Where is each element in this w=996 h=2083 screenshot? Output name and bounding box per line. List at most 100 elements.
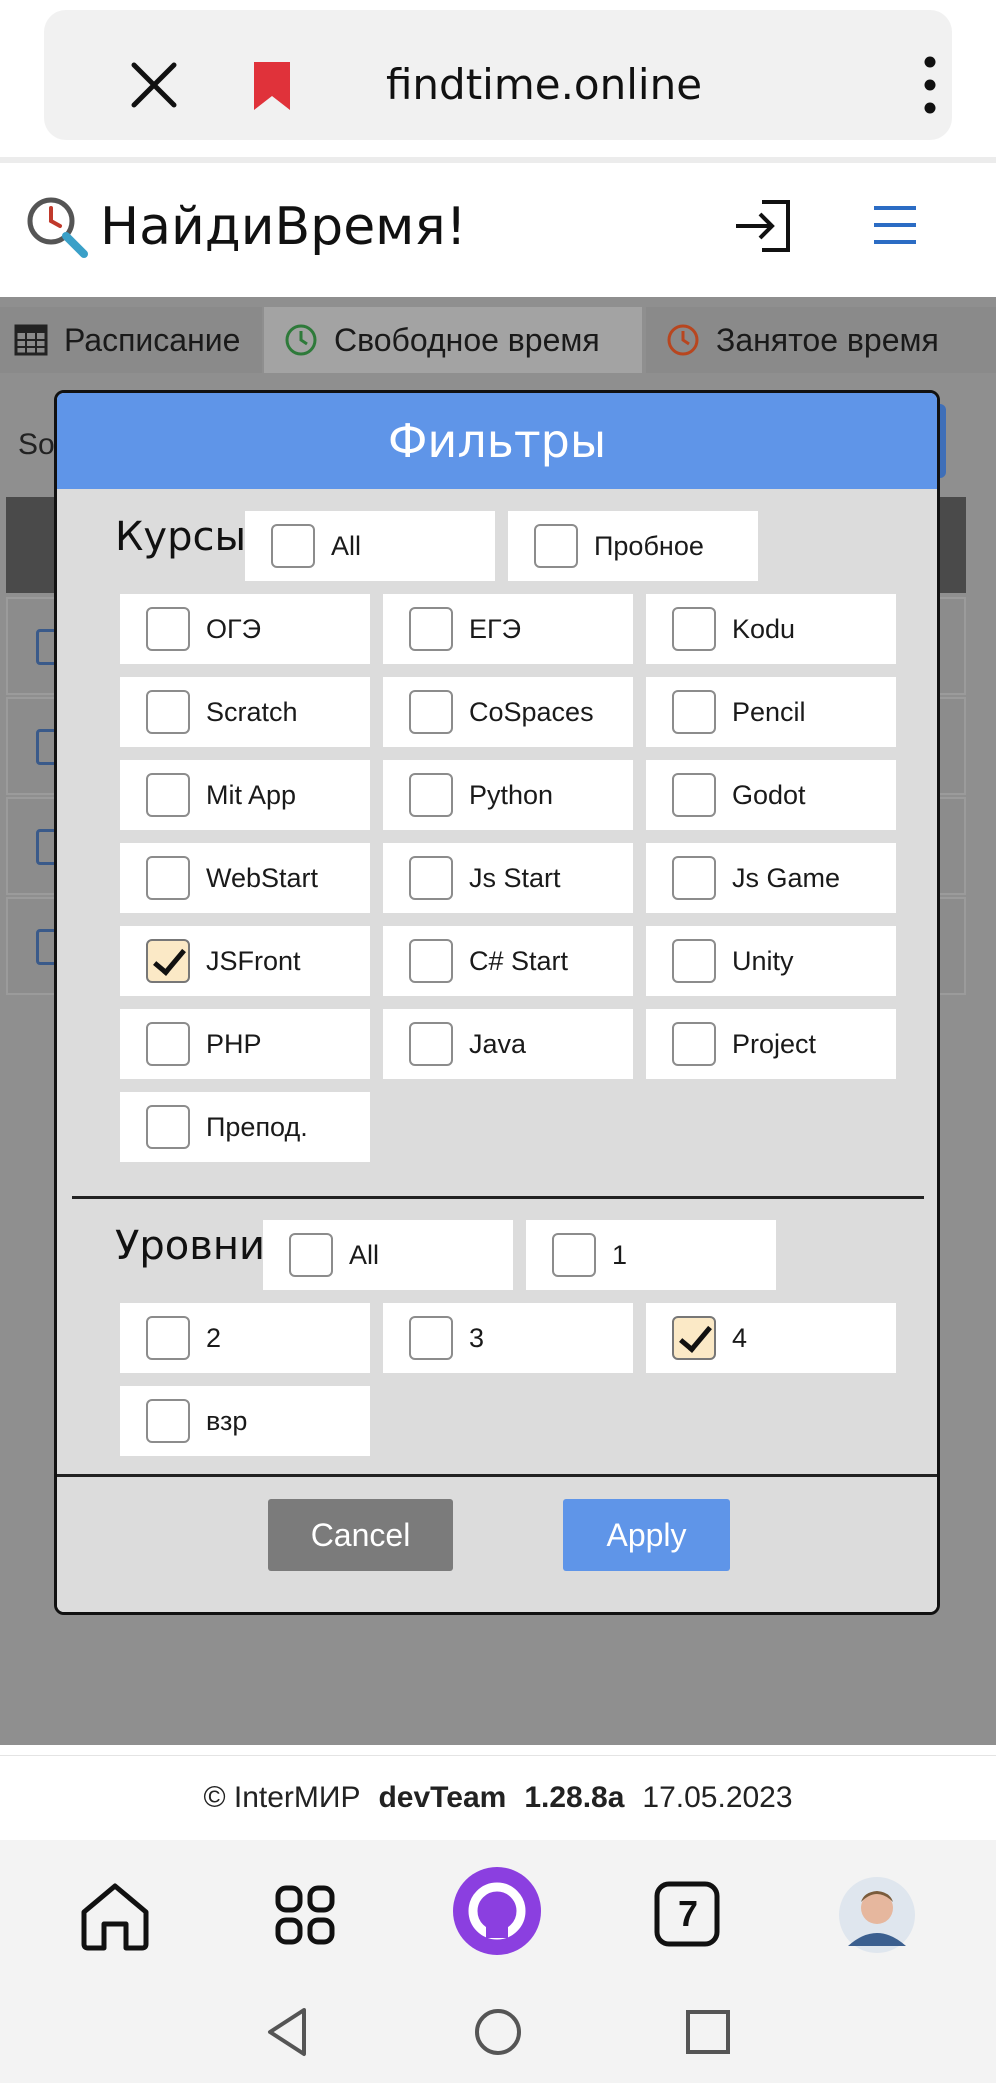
checkbox[interactable]	[409, 856, 453, 900]
checkbox[interactable]	[672, 939, 716, 983]
avatar[interactable]	[838, 1876, 916, 1954]
version-number: 1.28.8a	[524, 1781, 625, 1814]
filter-option-course-7[interactable]: Pencil	[646, 677, 896, 747]
tabs-icon[interactable]: 7	[643, 1870, 733, 1960]
filter-option-course-18[interactable]: Java	[383, 1009, 633, 1079]
filter-option-label: Pencil	[732, 696, 806, 727]
checkbox[interactable]	[672, 856, 716, 900]
sort-label: So	[18, 428, 55, 461]
checkbox[interactable]	[672, 607, 716, 651]
filter-option-label: Js Start	[469, 862, 561, 893]
filter-option-course-14[interactable]: JSFront	[120, 926, 370, 996]
recents-icon[interactable]	[678, 2002, 738, 2062]
apply-button[interactable]: Apply	[563, 1499, 730, 1571]
modal-title: Фильтры	[387, 414, 607, 468]
back-icon[interactable]	[258, 2002, 318, 2062]
checkbox[interactable]	[146, 1316, 190, 1360]
checkbox[interactable]	[409, 1022, 453, 1066]
filter-option-course-20[interactable]: Препод.	[120, 1092, 370, 1162]
home-circle-icon[interactable]	[468, 2002, 528, 2062]
checkbox[interactable]	[409, 690, 453, 734]
app-title[interactable]: НайдиВремя!	[100, 194, 467, 260]
filter-option-level-3[interactable]: 3	[383, 1303, 633, 1373]
filter-option-course-3[interactable]: ЕГЭ	[383, 594, 633, 664]
filter-option-label: Project	[732, 1028, 817, 1059]
filter-option-course-1[interactable]: Пробное	[508, 511, 758, 581]
checkbox[interactable]	[409, 1316, 453, 1360]
checkbox[interactable]	[552, 1233, 596, 1277]
close-icon[interactable]	[124, 55, 184, 115]
filter-option-label: C# Start	[469, 945, 569, 976]
filter-option-course-16[interactable]: Unity	[646, 926, 896, 996]
checkbox[interactable]	[672, 690, 716, 734]
filter-option-course-10[interactable]: Godot	[646, 760, 896, 830]
tab-schedule[interactable]: Расписание	[0, 307, 262, 373]
checkbox[interactable]	[146, 1105, 190, 1149]
filter-option-course-4[interactable]: Kodu	[646, 594, 896, 664]
filter-option-label: Kodu	[732, 613, 796, 644]
filter-option-label: PHP	[206, 1028, 262, 1059]
filter-option-course-8[interactable]: Mit App	[120, 760, 370, 830]
courses-title: Курсы	[115, 514, 247, 560]
filter-option-course-12[interactable]: Js Start	[383, 843, 633, 913]
team-name: devTeam	[378, 1781, 507, 1814]
filter-option-label: Mit App	[206, 779, 297, 810]
tab-free-time[interactable]: Свободное время	[264, 307, 642, 373]
page-footer: © InterМИР devTeam 1.28.8a 17.05.2023	[0, 1755, 996, 1840]
filter-option-label: 2	[206, 1322, 222, 1353]
checkbox[interactable]	[146, 856, 190, 900]
filter-option-level-5[interactable]: взр	[120, 1386, 370, 1456]
bookmark-icon[interactable]	[248, 60, 296, 112]
checkbox[interactable]	[146, 607, 190, 651]
checkbox[interactable]	[409, 773, 453, 817]
filter-option-level-2[interactable]: 2	[120, 1303, 370, 1373]
filter-option-level-1[interactable]: 1	[526, 1220, 776, 1290]
checkbox[interactable]	[146, 1022, 190, 1066]
more-vertical-icon[interactable]	[906, 52, 954, 118]
apps-icon[interactable]	[260, 1870, 350, 1960]
section-divider	[72, 1196, 924, 1199]
checkbox[interactable]	[146, 773, 190, 817]
filter-option-level-0[interactable]: All	[263, 1220, 513, 1290]
filter-option-label: ОГЭ	[206, 613, 262, 644]
checkbox[interactable]	[409, 939, 453, 983]
address-bar[interactable]: findtime.online	[44, 10, 952, 140]
checkbox[interactable]	[146, 690, 190, 734]
modal-header: Фильтры	[57, 393, 937, 489]
filter-option-label: 3	[469, 1322, 485, 1353]
filter-option-course-0[interactable]: All	[245, 511, 495, 581]
url-text[interactable]: findtime.online	[324, 55, 764, 115]
filter-option-course-5[interactable]: Scratch	[120, 677, 370, 747]
checkbox[interactable]	[146, 1399, 190, 1443]
filter-option-course-19[interactable]: Project	[646, 1009, 896, 1079]
filter-option-course-11[interactable]: WebStart	[120, 843, 370, 913]
filter-option-course-9[interactable]: Python	[383, 760, 633, 830]
clock-search-icon	[27, 197, 88, 258]
checkbox[interactable]	[409, 607, 453, 651]
checkbox[interactable]	[289, 1233, 333, 1277]
filter-option-label: Пробное	[594, 530, 704, 561]
filter-option-course-15[interactable]: C# Start	[383, 926, 633, 996]
checkbox[interactable]	[672, 773, 716, 817]
filter-option-course-2[interactable]: ОГЭ	[120, 594, 370, 664]
filter-option-label: JSFront	[206, 945, 301, 976]
checkbox-checked[interactable]	[146, 939, 190, 983]
app-header: НайдиВремя!	[0, 168, 996, 295]
cancel-button[interactable]: Cancel	[268, 1499, 453, 1571]
login-icon[interactable]	[732, 198, 794, 254]
checkbox[interactable]	[672, 1022, 716, 1066]
clock-red-icon	[667, 324, 699, 356]
tab-busy-time[interactable]: Занятое время	[646, 307, 996, 373]
filter-option-course-6[interactable]: CoSpaces	[383, 677, 633, 747]
checkbox[interactable]	[271, 524, 315, 568]
filter-option-course-13[interactable]: Js Game	[646, 843, 896, 913]
filter-option-label: Godot	[732, 779, 806, 810]
checkbox[interactable]	[534, 524, 578, 568]
checkbox-checked[interactable]	[672, 1316, 716, 1360]
filter-option-course-17[interactable]: PHP	[120, 1009, 370, 1079]
filter-option-level-4[interactable]: 4	[646, 1303, 896, 1373]
alice-icon[interactable]	[452, 1866, 542, 1956]
hamburger-icon[interactable]	[872, 202, 918, 248]
home-icon[interactable]	[70, 1870, 160, 1960]
filter-option-label: взр	[206, 1405, 248, 1436]
